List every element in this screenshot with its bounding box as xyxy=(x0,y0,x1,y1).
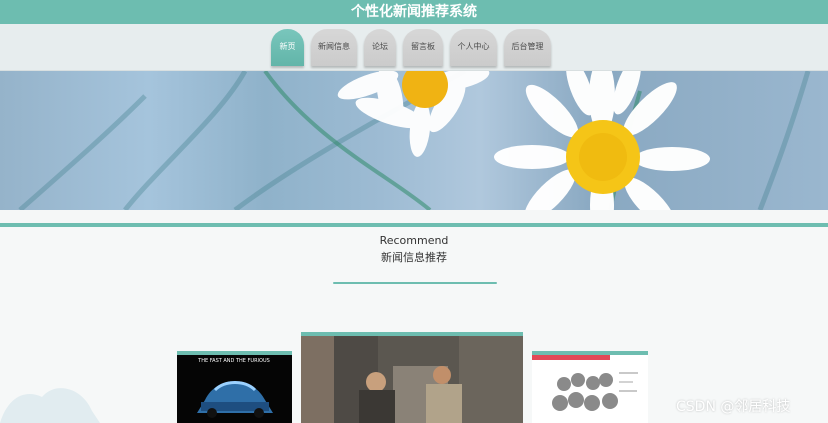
poster-title-text: THE FAST AND THE FURIOUS xyxy=(197,358,270,364)
recommend-title-divider xyxy=(333,282,497,284)
recommend-section: Recommend 新闻信息推荐 THE FAST AND THE FURIOU… xyxy=(0,227,828,423)
news-photo-image xyxy=(301,336,523,423)
recommend-title-zh: 新闻信息推荐 xyxy=(381,251,447,264)
csdn-watermark: CSDN @邻居科技 xyxy=(676,399,791,415)
decorative-cloud-icon xyxy=(0,388,100,423)
banner-bottom-gap xyxy=(0,210,828,223)
page: 个性化新闻推荐系统 新页 新闻信息 论坛 留言板 个人中心 后台管理 Recom… xyxy=(0,0,828,423)
movie-poster-image: THE FAST AND THE FURIOUS xyxy=(177,355,292,423)
news-card-center[interactable] xyxy=(301,332,523,423)
group-photo-image xyxy=(532,355,648,423)
nav-tab-personal-center[interactable]: 个人中心 xyxy=(450,29,497,66)
nav-bar: 新页 新闻信息 论坛 留言板 个人中心 后台管理 xyxy=(0,24,828,71)
recommend-title-en: Recommend xyxy=(379,234,449,247)
news-card-right[interactable] xyxy=(532,351,648,423)
nav-tab-message-board[interactable]: 留言板 xyxy=(403,29,443,66)
nav-tab-admin[interactable]: 后台管理 xyxy=(504,29,551,66)
daisy-banner-illustration xyxy=(18,71,811,210)
nav-tab-news-info[interactable]: 新闻信息 xyxy=(311,29,357,66)
news-card-left[interactable]: THE FAST AND THE FURIOUS xyxy=(177,351,292,423)
nav-tab-forum[interactable]: 论坛 xyxy=(364,29,396,66)
banner-image xyxy=(0,71,828,210)
site-title: 个性化新闻推荐系统 xyxy=(0,0,828,24)
nav-tab-home[interactable]: 新页 xyxy=(271,29,304,66)
nav-tabs: 新页 新闻信息 论坛 留言板 个人中心 后台管理 xyxy=(271,29,551,66)
